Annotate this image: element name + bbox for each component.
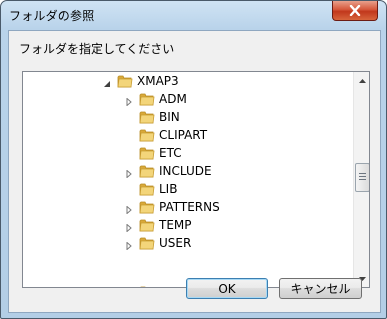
- dialog-body: フォルダを指定してください XMAP3 ADM BIN CLIPART ETC INCLU…: [8, 30, 381, 313]
- folder-icon: [117, 74, 133, 88]
- tree-item[interactable]: INCLUDE: [23, 162, 351, 180]
- folder-icon: [139, 128, 155, 142]
- tree-item-label: XMAP3: [137, 74, 179, 88]
- title-bar[interactable]: フォルダの参照: [1, 1, 386, 29]
- tree-item[interactable]: LIB: [23, 180, 351, 198]
- chevron-right-icon[interactable]: [125, 167, 133, 179]
- folder-icon: [139, 218, 155, 232]
- prompt-text: フォルダを指定してください: [19, 42, 175, 56]
- close-button[interactable]: [332, 1, 378, 21]
- tree-item-label: ADM: [159, 92, 187, 106]
- tree-item[interactable]: TEMP: [23, 216, 351, 234]
- tree-item[interactable]: PATTERNS: [23, 198, 351, 216]
- folder-browse-dialog: フォルダの参照 フォルダを指定してください XMAP3 ADM BIN CLIPART…: [0, 0, 387, 319]
- tree-item[interactable]: ADM: [23, 90, 351, 108]
- folder-icon: [139, 284, 155, 287]
- window-title: フォルダの参照: [9, 9, 95, 23]
- vertical-scrollbar[interactable]: [353, 72, 369, 287]
- folder-icon: [139, 164, 155, 178]
- folder-tree[interactable]: XMAP3 ADM BIN CLIPART ETC INCLUDE LIB PATTERNS T…: [22, 71, 370, 288]
- tree-item-label: LIB: [159, 182, 178, 196]
- close-icon: [349, 5, 361, 16]
- scroll-up-button[interactable]: [354, 72, 369, 89]
- chevron-right-icon[interactable]: [125, 95, 133, 107]
- chevron-right-icon[interactable]: [125, 203, 133, 215]
- tree-item-label: TEMP: [159, 218, 192, 232]
- tree-item-label: BIN: [159, 110, 180, 124]
- tree-item-label: PATTERNS: [159, 200, 220, 214]
- grip-line: [359, 176, 366, 177]
- tree-item-label: INCLUDE: [159, 164, 212, 178]
- chevron-down-icon[interactable]: [103, 77, 111, 87]
- grip-line: [359, 173, 366, 174]
- tree-item[interactable]: BIN: [23, 108, 351, 126]
- folder-icon: [139, 182, 155, 196]
- folder-icon: [139, 236, 155, 250]
- tree-item[interactable]: USER: [23, 234, 351, 252]
- tree-item-label: CLIPART: [159, 128, 208, 142]
- tree-item[interactable]: ETC: [23, 144, 351, 162]
- tree-item-label: USER: [159, 236, 192, 250]
- folder-icon: [139, 200, 155, 214]
- cancel-button[interactable]: キャンセル: [279, 278, 362, 299]
- tree-item-label: ETC: [159, 146, 182, 160]
- scroll-up-icon: [358, 78, 366, 83]
- chevron-right-icon[interactable]: [125, 221, 133, 233]
- ok-button[interactable]: OK: [186, 278, 268, 299]
- tree-root-item[interactable]: XMAP3: [23, 72, 351, 90]
- scroll-thumb[interactable]: [355, 163, 369, 192]
- tree-item[interactable]: CLIPART: [23, 126, 351, 144]
- folder-icon: [139, 92, 155, 106]
- folder-icon: [139, 146, 155, 160]
- grip-line: [359, 179, 366, 180]
- chevron-right-icon[interactable]: [125, 239, 133, 251]
- folder-icon: [139, 110, 155, 124]
